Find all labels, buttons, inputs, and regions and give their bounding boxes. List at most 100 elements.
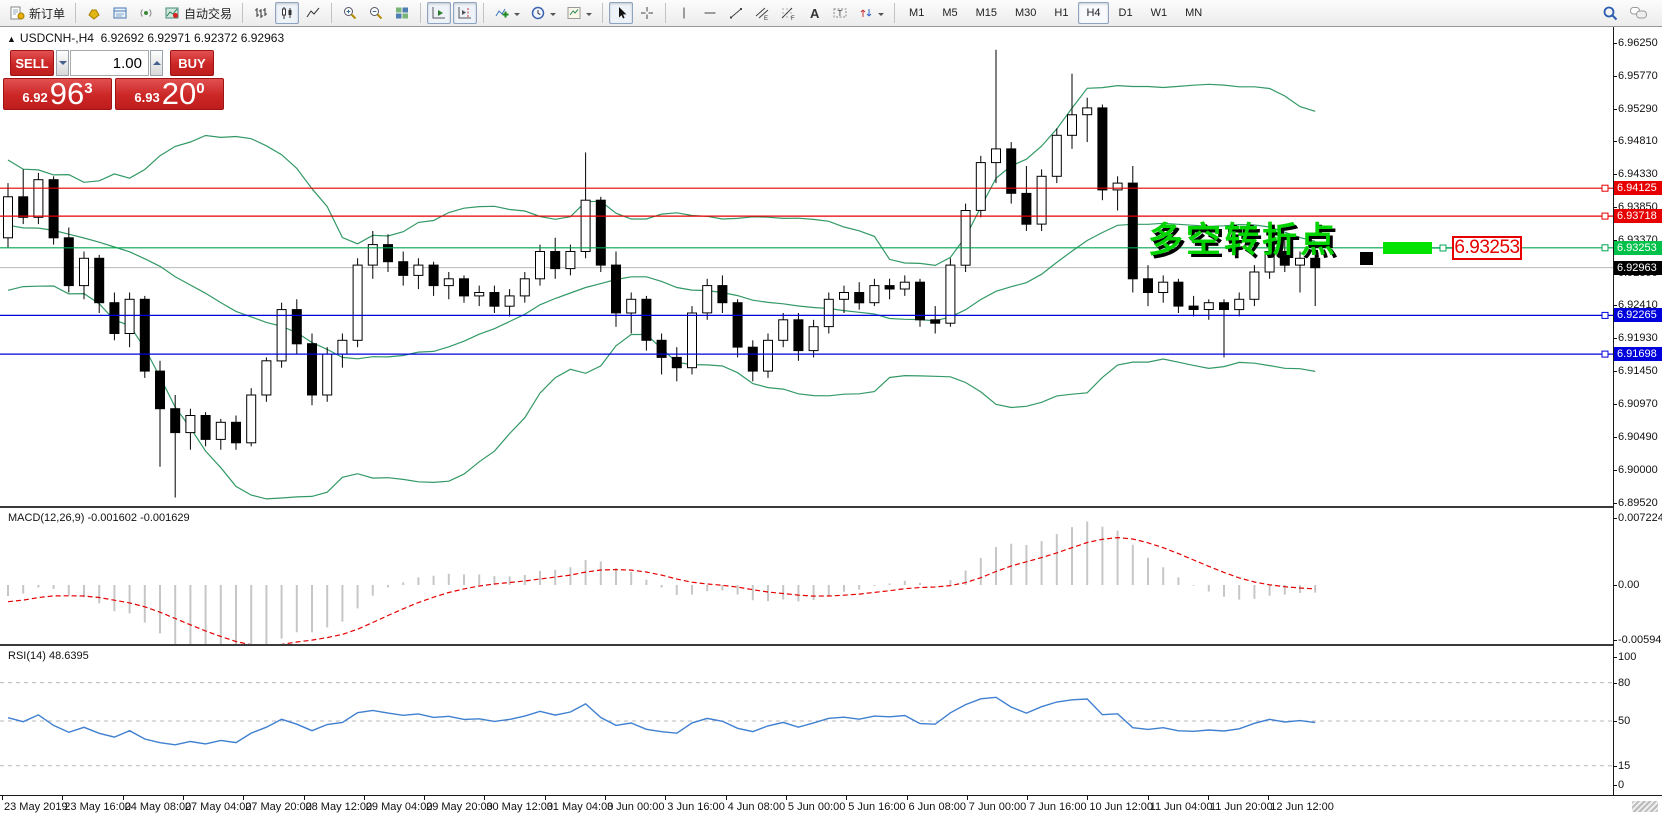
line-chart-button[interactable] xyxy=(301,2,325,24)
horizontal-line-button[interactable] xyxy=(698,2,722,24)
data-window-button[interactable] xyxy=(108,2,132,24)
vertical-line-button[interactable] xyxy=(672,2,696,24)
main-toolbar: 新订单 自动交易 xyxy=(0,0,1662,27)
timeframe-m1[interactable]: M1 xyxy=(901,2,932,24)
date-axis[interactable]: 23 May 201923 May 16:0024 May 08:0027 Ma… xyxy=(0,795,1662,816)
candlestick-chart-button[interactable] xyxy=(275,2,299,24)
tile-windows-button[interactable] xyxy=(390,2,414,24)
dropdown-caret xyxy=(586,13,592,19)
timeframe-mn[interactable]: MN xyxy=(1177,2,1210,24)
price-chart-canvas[interactable] xyxy=(0,27,1613,506)
horizontal-object-lines xyxy=(0,185,1613,357)
price-line-label: 6.93253 xyxy=(1614,241,1662,255)
timeframe-h1[interactable]: H1 xyxy=(1046,2,1076,24)
volume-input[interactable] xyxy=(70,50,149,76)
toolbar-separator xyxy=(420,3,421,23)
indicators-button[interactable] xyxy=(490,2,524,24)
price-line-label: 6.92265 xyxy=(1614,308,1662,322)
market-watch-icon xyxy=(86,5,102,21)
rsi-tick-label: 0 xyxy=(1618,779,1624,791)
crosshair-button[interactable] xyxy=(635,2,659,24)
price-tick-label: 6.95770 xyxy=(1618,70,1658,82)
date-tick xyxy=(786,796,787,800)
text-button[interactable]: A xyxy=(802,2,826,24)
chart-title-bar: ▲USDCNH-,H4 6.92692 6.92971 6.92372 6.92… xyxy=(7,31,284,45)
date-label: 12 Jun 12:00 xyxy=(1270,801,1334,813)
rsi-tick-dash xyxy=(1613,657,1617,658)
timeframe-m30[interactable]: M30 xyxy=(1007,2,1044,24)
price-tick-label: 6.90490 xyxy=(1618,431,1658,443)
date-label: 7 Jun 16:00 xyxy=(1029,801,1087,813)
bar-chart-button[interactable] xyxy=(249,2,273,24)
chart-shift-button[interactable] xyxy=(453,2,477,24)
timeframe-d1[interactable]: D1 xyxy=(1111,2,1141,24)
timeframe-w1[interactable]: W1 xyxy=(1143,2,1176,24)
macd-signal-line xyxy=(8,538,1315,644)
buy-price-big: 20 xyxy=(162,79,196,109)
chat-button[interactable] xyxy=(1625,2,1652,24)
price-tick-label: 6.89520 xyxy=(1618,497,1658,509)
date-label: 6 Jun 08:00 xyxy=(909,801,967,813)
date-tick xyxy=(1208,796,1209,800)
new-order-icon xyxy=(9,5,25,21)
trendline-button[interactable] xyxy=(724,2,748,24)
templates-button[interactable] xyxy=(562,2,596,24)
search-button[interactable] xyxy=(1598,2,1623,24)
rsi-tick-label: 50 xyxy=(1618,715,1630,727)
pane-separator[interactable] xyxy=(0,644,1662,646)
fibonacci-button[interactable]: F xyxy=(776,2,800,24)
price-tick-dash xyxy=(1613,371,1617,372)
data-window-icon xyxy=(112,5,128,21)
rsi-tick-label: 80 xyxy=(1618,677,1630,689)
dropdown-caret xyxy=(878,13,884,19)
date-label: 5 Jun 00:00 xyxy=(788,801,846,813)
rsi-tick-dash xyxy=(1613,683,1617,684)
price-callout-box[interactable]: 6.93253 xyxy=(1452,236,1522,260)
buy-price: 6.93200 xyxy=(134,79,204,109)
collapse-marker-icon[interactable]: ▲ xyxy=(7,34,16,44)
broadcast-button[interactable] xyxy=(134,2,158,24)
cursor-button[interactable] xyxy=(609,2,633,24)
price-axis[interactable]: 6.962506.957706.952906.948106.943306.938… xyxy=(1614,27,1662,795)
macd-panel-canvas[interactable] xyxy=(0,510,1613,644)
toolbar-separator xyxy=(894,3,895,23)
date-label: 11 Jun 20:00 xyxy=(1210,801,1273,813)
candlestick-chart-icon xyxy=(279,5,295,21)
rsi-panel-canvas[interactable] xyxy=(0,648,1613,794)
sell-price-big: 96 xyxy=(50,79,84,109)
zoom-out-button[interactable] xyxy=(364,2,388,24)
search-icon xyxy=(1602,5,1619,22)
annotation-text[interactable]: 多空转折点 xyxy=(1148,212,1338,263)
pane-separator[interactable] xyxy=(0,506,1662,508)
sell-price-button[interactable]: 6.92963 xyxy=(3,78,112,110)
price-tick-label: 6.91450 xyxy=(1618,365,1658,377)
auto-trading-button[interactable]: 自动交易 xyxy=(160,2,236,24)
sell-button[interactable]: SELL xyxy=(10,50,54,76)
chart-shift-icon xyxy=(457,5,473,21)
resize-grip[interactable] xyxy=(1632,801,1658,812)
periods-button[interactable] xyxy=(526,2,560,24)
volume-increase-button[interactable] xyxy=(150,50,163,76)
date-tick xyxy=(545,796,546,800)
arrows-button[interactable] xyxy=(854,2,888,24)
zoom-in-button[interactable] xyxy=(338,2,362,24)
price-line-label: 6.94125 xyxy=(1614,181,1662,195)
text-label-icon: T xyxy=(832,5,848,21)
auto-scroll-button[interactable] xyxy=(427,2,451,24)
crosshair-icon xyxy=(639,5,655,21)
rsi-tick-dash xyxy=(1613,785,1617,786)
new-order-button[interactable]: 新订单 xyxy=(5,2,69,24)
price-tick-dash xyxy=(1613,305,1617,306)
date-tick xyxy=(907,796,908,800)
price-tick-label: 6.91930 xyxy=(1618,332,1658,344)
volume-decrease-button[interactable] xyxy=(56,50,69,76)
macd-histogram xyxy=(8,522,1315,645)
timeframe-m5[interactable]: M5 xyxy=(934,2,965,24)
market-watch-button[interactable] xyxy=(82,2,106,24)
equidistant-channel-button[interactable]: E xyxy=(750,2,774,24)
buy-button[interactable]: BUY xyxy=(170,50,214,76)
timeframe-h4[interactable]: H4 xyxy=(1078,2,1108,24)
buy-price-button[interactable]: 6.93200 xyxy=(115,78,224,110)
text-label-button[interactable]: T xyxy=(828,2,852,24)
timeframe-m15[interactable]: M15 xyxy=(968,2,1005,24)
